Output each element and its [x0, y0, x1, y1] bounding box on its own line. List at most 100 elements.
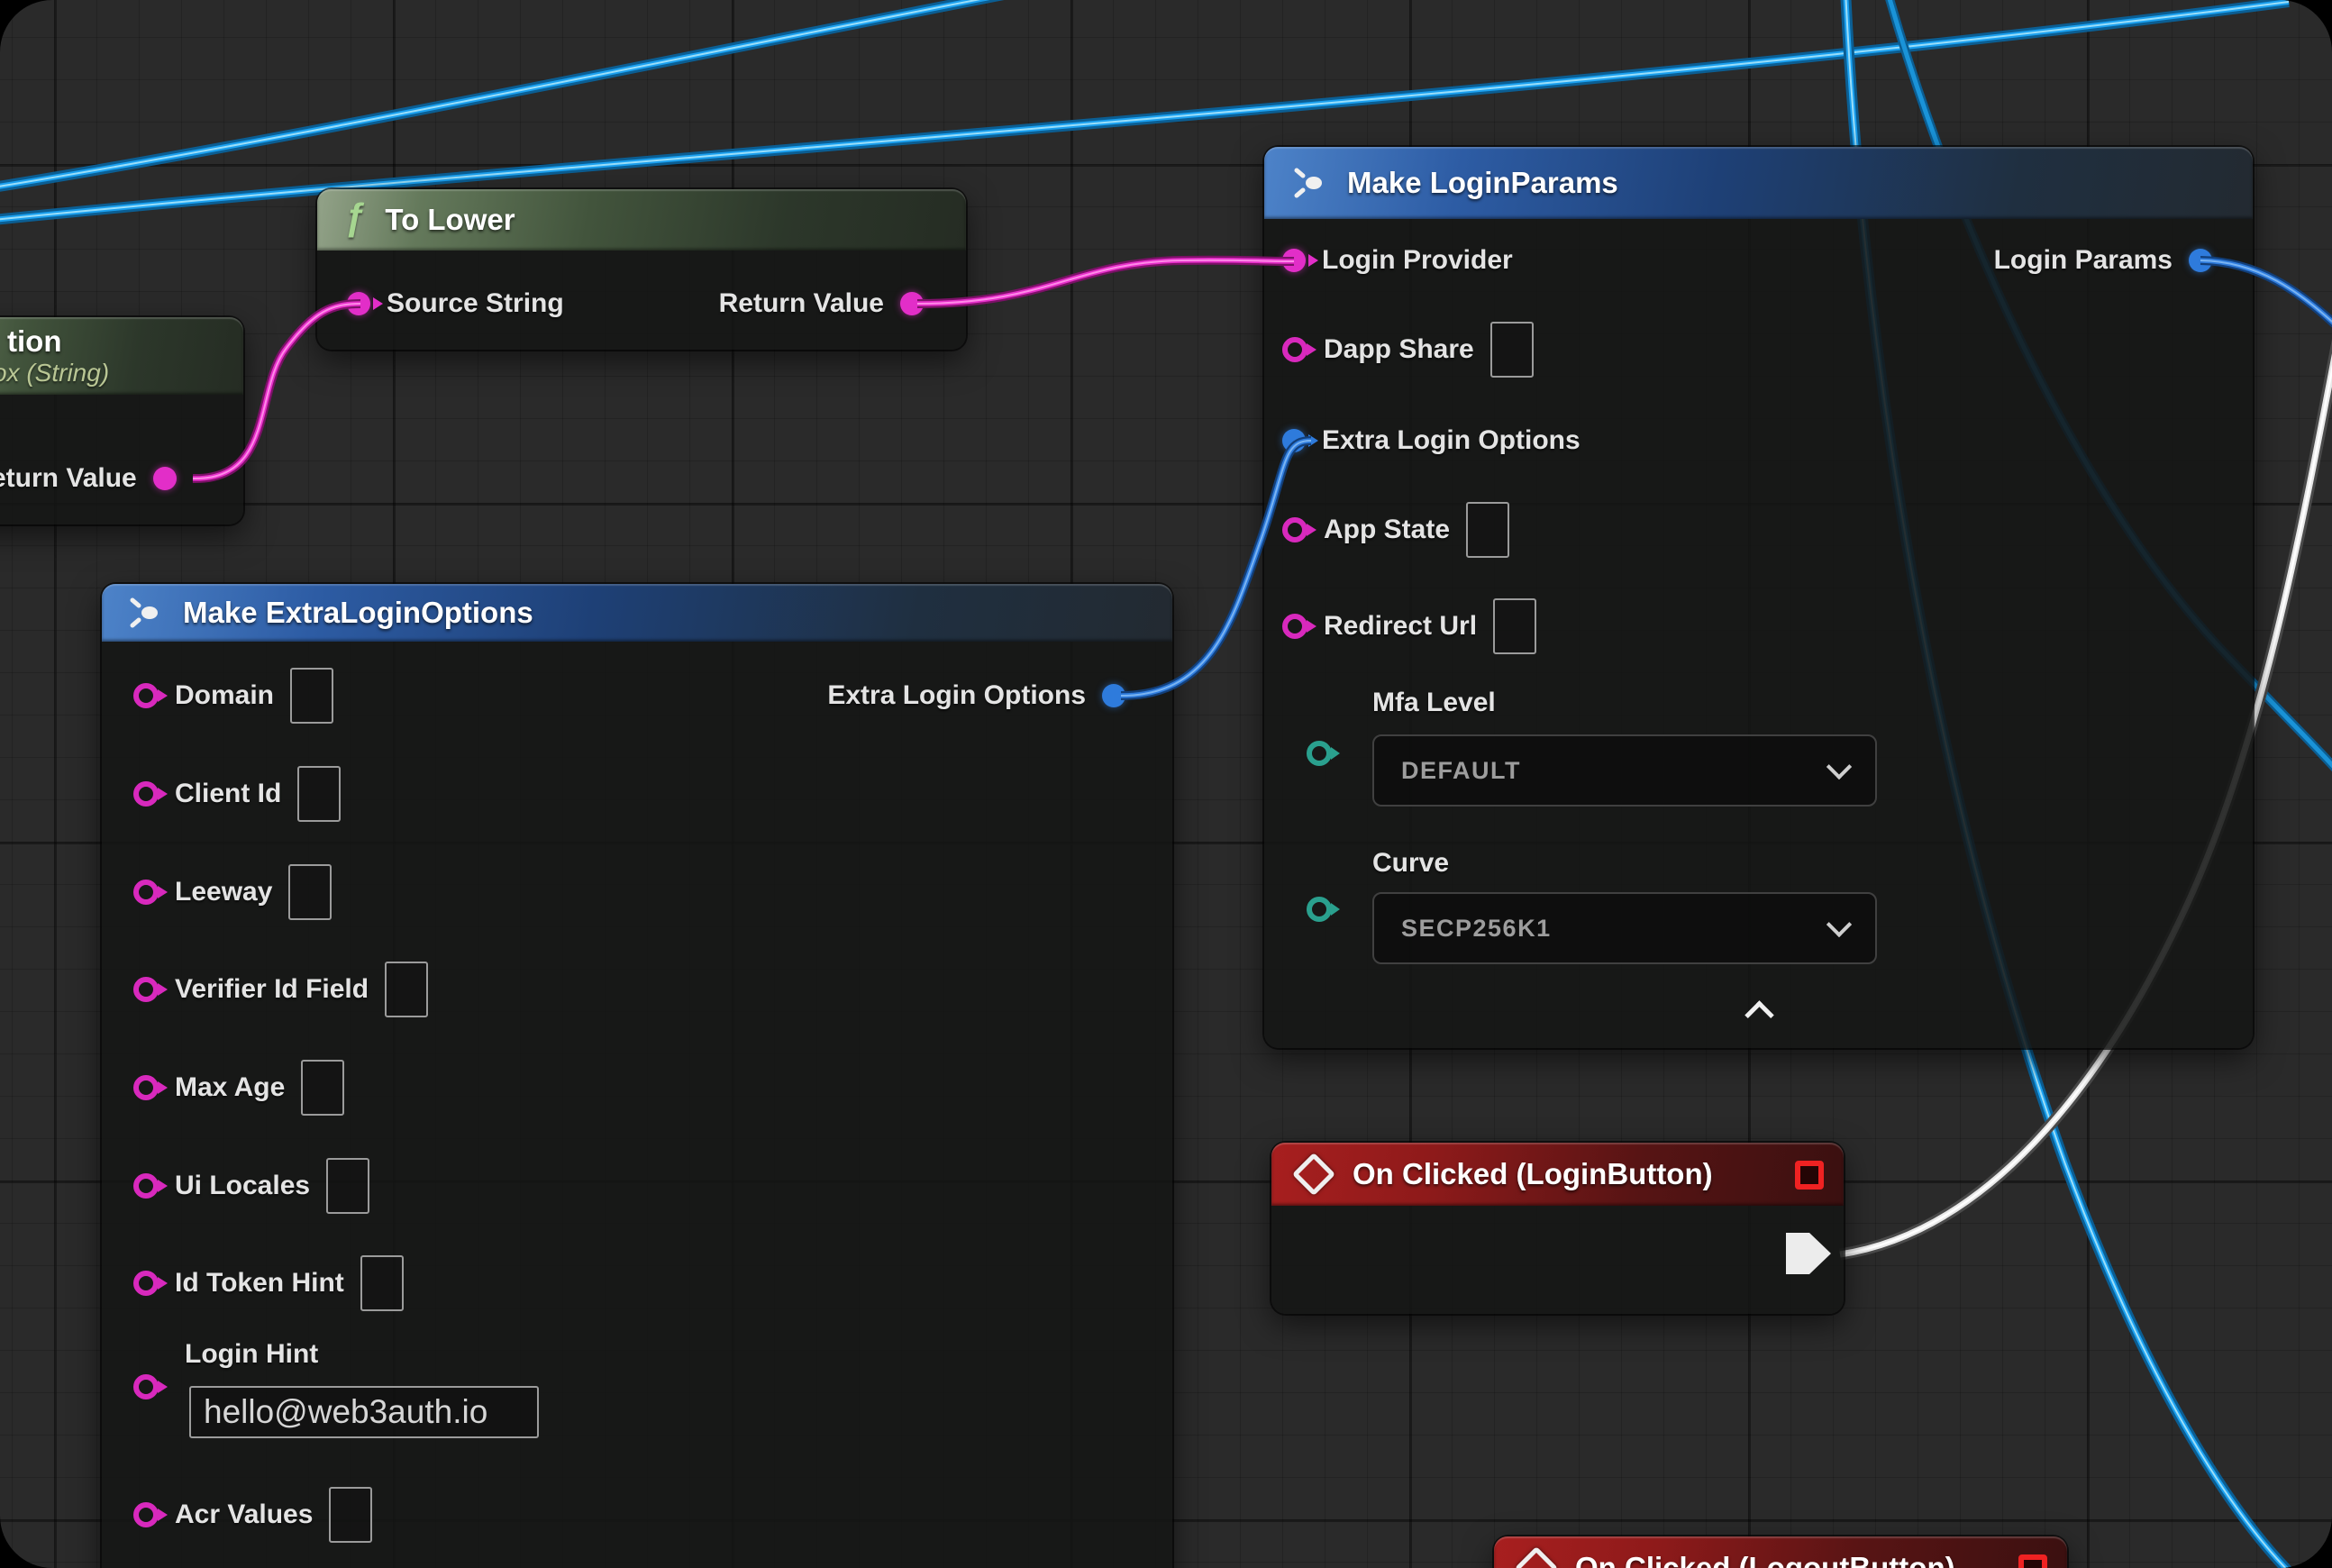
login-params-output-pin[interactable]	[2189, 249, 2212, 272]
pin-row-redirect-url: Redirect Url	[1282, 598, 1536, 654]
app-state-pin[interactable]	[1282, 517, 1307, 542]
login-params-output-label: Login Params	[1994, 245, 2173, 276]
chevron-down-icon	[1826, 912, 1852, 937]
dapp-share-pin[interactable]	[1282, 337, 1307, 362]
delegate-square-icon[interactable]	[2018, 1554, 2047, 1568]
pin-row-leeway: Leeway	[133, 864, 332, 920]
pin-row-verifier-id-field: Verifier Id Field	[133, 962, 428, 1017]
extra-login-options-output-label: Extra Login Options	[827, 680, 1086, 711]
pin-row-ui-locales: Ui Locales	[133, 1158, 369, 1214]
exec-output-pin[interactable]	[1786, 1233, 1831, 1274]
leeway-value-field[interactable]	[288, 864, 332, 920]
node-textbox-partial-title: tion	[7, 324, 243, 359]
pin-row-login-provider: Login Provider	[1282, 232, 1513, 288]
verifier-id-field-pin[interactable]	[133, 977, 159, 1002]
max-age-pin[interactable]	[133, 1075, 159, 1100]
client-id-label: Client Id	[175, 779, 281, 809]
node-on-clicked-logout-button[interactable]: On Clicked (LogoutButton)	[1494, 1536, 2067, 1568]
curve-pin[interactable]	[1307, 897, 1332, 922]
pin-row-max-age: Max Age	[133, 1060, 344, 1116]
id-token-hint-value-field[interactable]	[360, 1255, 404, 1311]
acr-values-value-field[interactable]	[329, 1487, 372, 1543]
ui-locales-value-field[interactable]	[326, 1158, 369, 1214]
collapse-node-chevron-icon[interactable]	[1744, 1000, 1774, 1030]
login-params-output-row: Login Params	[1994, 232, 2212, 288]
login-provider-label: Login Provider	[1322, 245, 1513, 276]
login-hint-input[interactable]: hello@web3auth.io	[189, 1386, 539, 1438]
node-to-lower[interactable]: ƒ To Lower Source String Return Value	[317, 189, 966, 350]
node-textbox-partial[interactable]: tion ox (String) eturn Value	[0, 317, 243, 524]
node-onclicked-logout-title: On Clicked (LogoutButton)	[1575, 1551, 1955, 1568]
mfa-level-dropdown[interactable]: DEFAULT	[1372, 734, 1877, 807]
return-value-pin[interactable]	[900, 292, 924, 315]
node-onclicked-login-title: On Clicked (LoginButton)	[1353, 1157, 1713, 1191]
node-melo-title: Make ExtraLoginOptions	[183, 596, 533, 630]
domain-label: Domain	[175, 680, 274, 711]
ui-locales-label: Ui Locales	[175, 1171, 310, 1201]
pin-row-id-token-hint: Id Token Hint	[133, 1255, 404, 1311]
source-string-label: Source String	[387, 288, 564, 319]
verifier-id-field-label: Verifier Id Field	[175, 974, 369, 1005]
event-diamond-icon	[1515, 1546, 1558, 1568]
login-provider-pin[interactable]	[1282, 249, 1306, 272]
extra-login-options-output-pin[interactable]	[1102, 684, 1125, 707]
event-diamond-icon	[1292, 1153, 1335, 1196]
node-textbox-partial-output-row: eturn Value	[0, 451, 177, 506]
curve-value: SECP256K1	[1401, 915, 1552, 943]
mfa-level-label: Mfa Level	[1372, 688, 1496, 718]
string-output-pin[interactable]	[153, 467, 177, 490]
extra-login-options-output-row: Extra Login Options	[827, 668, 1125, 724]
wire-decorative-1[interactable]	[0, 0, 1032, 187]
domain-value-field[interactable]	[290, 668, 333, 724]
acr-values-pin[interactable]	[133, 1502, 159, 1527]
mfa-level-pin[interactable]	[1307, 741, 1332, 766]
wire-tolower-to-loginprovider[interactable]	[917, 260, 1294, 304]
node-mlp-title: Make LoginParams	[1347, 166, 1618, 200]
max-age-value-field[interactable]	[301, 1060, 344, 1116]
node-to-lower-title: To Lower	[385, 203, 515, 237]
source-string-row: Source String	[347, 276, 564, 332]
return-value-label: eturn Value	[0, 463, 137, 494]
source-string-pin[interactable]	[347, 292, 370, 315]
client-id-value-field[interactable]	[297, 766, 341, 822]
node-textbox-partial-subtitle: ox (String)	[0, 359, 109, 387]
redirect-url-label: Redirect Url	[1324, 611, 1477, 642]
client-id-pin[interactable]	[133, 781, 159, 807]
pin-row-app-state: App State	[1282, 502, 1509, 558]
node-make-extra-login-options[interactable]: Make ExtraLoginOptions Domain Client Id …	[102, 584, 1172, 1568]
redirect-url-pin[interactable]	[1282, 614, 1307, 639]
ui-locales-pin[interactable]	[133, 1173, 159, 1199]
return-value-label: Return Value	[719, 288, 884, 319]
domain-pin[interactable]	[133, 683, 159, 708]
return-value-row: Return Value	[719, 276, 924, 332]
dapp-share-value-field[interactable]	[1490, 322, 1534, 378]
acr-values-label: Acr Values	[175, 1500, 313, 1530]
pin-row-acr-values: Acr Values	[133, 1487, 372, 1543]
curve-dropdown[interactable]: SECP256K1	[1372, 892, 1877, 964]
max-age-label: Max Age	[175, 1072, 285, 1103]
node-mlp-header[interactable]: Make LoginParams	[1264, 147, 2253, 219]
pin-row-client-id: Client Id	[133, 766, 341, 822]
node-onclicked-logout-header[interactable]: On Clicked (LogoutButton)	[1494, 1536, 2067, 1568]
login-hint-pin[interactable]	[133, 1374, 159, 1399]
node-melo-header[interactable]: Make ExtraLoginOptions	[102, 584, 1172, 642]
function-icon: ƒ	[344, 196, 365, 239]
id-token-hint-pin[interactable]	[133, 1271, 159, 1296]
leeway-label: Leeway	[175, 877, 272, 907]
mfa-level-value: DEFAULT	[1401, 757, 1521, 785]
app-state-value-field[interactable]	[1466, 502, 1509, 558]
graph-canvas[interactable]: tion ox (String) eturn Value ƒ To Lower …	[0, 0, 2332, 1568]
node-on-clicked-login-button[interactable]: On Clicked (LoginButton)	[1271, 1143, 1844, 1314]
extra-login-options-input-label: Extra Login Options	[1322, 425, 1580, 456]
pin-row-domain: Domain	[133, 668, 333, 724]
delegate-square-icon[interactable]	[1795, 1161, 1824, 1190]
node-make-login-params[interactable]: Make LoginParams Login Provider Login Pa…	[1264, 147, 2253, 1048]
blueprint-editor-screenshot: tion ox (String) eturn Value ƒ To Lower …	[0, 0, 2332, 1568]
verifier-id-value-field[interactable]	[385, 962, 428, 1017]
leeway-pin[interactable]	[133, 880, 159, 905]
extra-login-options-input-pin[interactable]	[1282, 429, 1306, 452]
dapp-share-label: Dapp Share	[1324, 334, 1474, 365]
redirect-url-value-field[interactable]	[1493, 598, 1536, 654]
node-to-lower-header[interactable]: ƒ To Lower	[317, 189, 966, 251]
node-onclicked-login-header[interactable]: On Clicked (LoginButton)	[1271, 1143, 1844, 1206]
